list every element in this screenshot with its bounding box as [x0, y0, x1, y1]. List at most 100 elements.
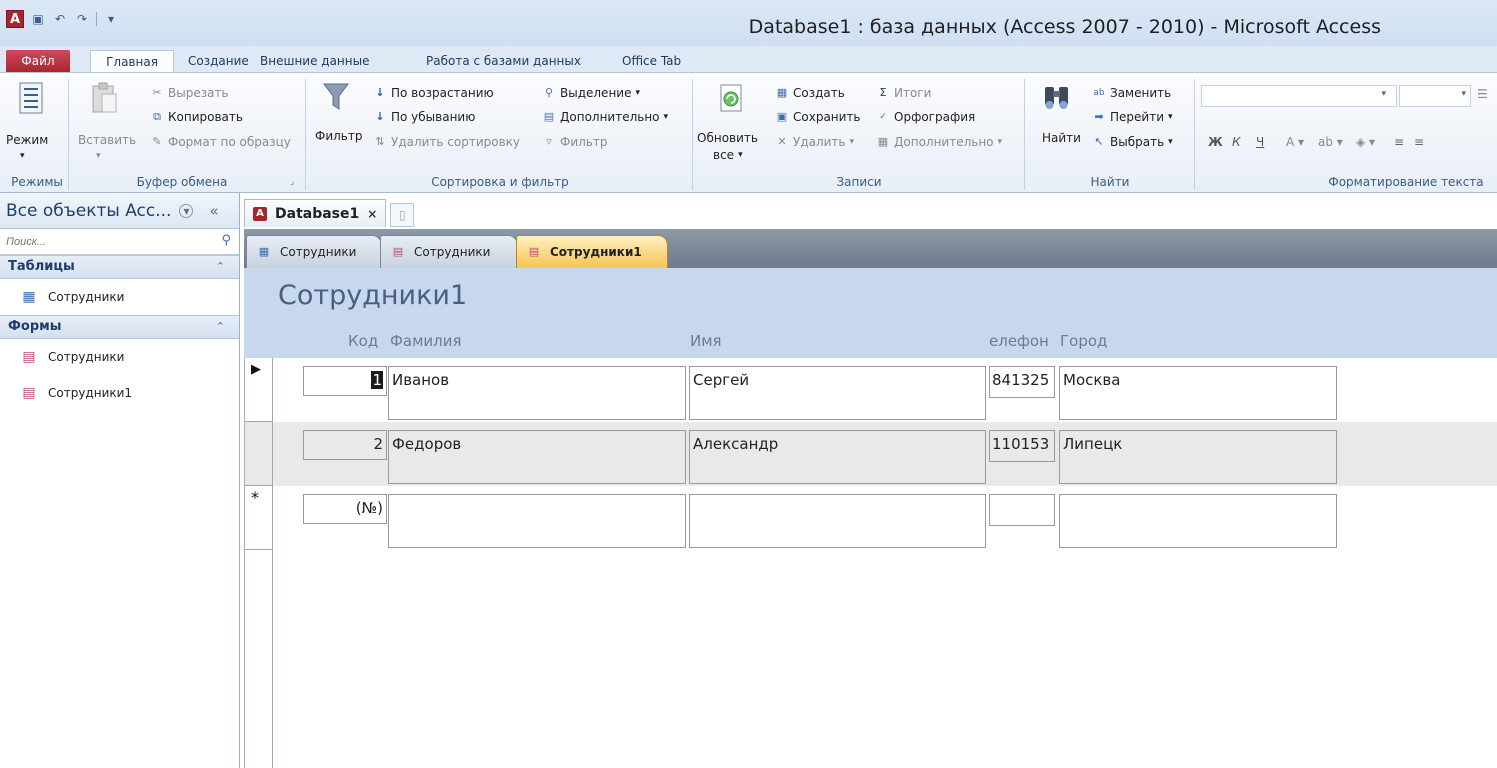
toggle-filter-icon: ▿	[546, 135, 552, 148]
new-record-button[interactable]: ▦ Создать	[775, 86, 845, 100]
format-painter-button[interactable]: ✎ Формат по образцу	[150, 135, 290, 149]
tab-label: Сотрудники1	[550, 245, 642, 259]
sort-descending-button[interactable]: ↓ По убыванию	[373, 110, 475, 124]
sort-descending-icon: ↓	[375, 110, 385, 123]
form-icon: ▤	[392, 245, 404, 258]
spelling-button[interactable]: ✓ Орфография	[876, 110, 975, 124]
selection-button[interactable]: ⚲ Выделение ▾	[542, 86, 640, 100]
tab-office-tab[interactable]: Office Tab	[612, 50, 691, 73]
record-selector[interactable]: ▶	[245, 358, 273, 422]
field-phone[interactable]: 841325	[989, 366, 1055, 398]
list-icon[interactable]: ☰	[1477, 87, 1488, 101]
tab-form-employees[interactable]: ▤ Сотрудники	[380, 235, 518, 268]
paste-button[interactable]: Вставить	[78, 133, 136, 147]
search-icon[interactable]: ⚲	[221, 233, 231, 248]
nav-item-form-employees1[interactable]: ▤ Сотрудники1	[0, 375, 239, 411]
tab-external-data[interactable]: Внешние данные	[250, 50, 379, 73]
font-size-dropdown[interactable]: ▾	[1399, 85, 1471, 107]
delete-record-label: Удалить	[793, 135, 846, 149]
tab-home[interactable]: Главная	[90, 50, 174, 73]
save-record-button[interactable]: ▣ Сохранить	[775, 110, 861, 124]
tab-form-employees1[interactable]: ▤ Сотрудники1	[516, 235, 668, 268]
clipboard-launcher-icon[interactable]: ⌟	[290, 177, 294, 187]
view-button[interactable]: Режим	[6, 133, 48, 147]
collapse-pane-icon[interactable]: «	[209, 202, 218, 220]
view-dropdown-icon[interactable]: ▾	[20, 151, 25, 161]
field-phone[interactable]: 110153	[989, 430, 1055, 462]
ribbon: Режим ▾ Режимы Вставить ▾ ✂ Вырезать ⧉ Коп…	[0, 72, 1497, 193]
advanced-filter-button[interactable]: ▤ Дополнительно ▾	[542, 110, 668, 124]
field-last-name[interactable]: Иванов	[388, 366, 686, 420]
copy-button[interactable]: ⧉ Копировать	[150, 110, 243, 124]
new-tab-icon[interactable]: ▯	[390, 203, 415, 227]
refresh-all-label2: все	[713, 148, 735, 162]
font-name-dropdown[interactable]: ▾	[1201, 85, 1397, 107]
goto-label: Перейти	[1110, 110, 1164, 124]
nav-item-table-employees[interactable]: ▦ Сотрудники	[0, 279, 239, 315]
goto-button[interactable]: ➡ Перейти ▾	[1092, 110, 1172, 124]
record-selector[interactable]	[245, 422, 273, 486]
field-city[interactable]: Липецк	[1059, 430, 1337, 484]
close-icon[interactable]: ×	[367, 207, 377, 221]
remove-sort-button[interactable]: ⇅ Удалить сортировку	[373, 135, 520, 149]
table-icon: ▦	[22, 289, 36, 305]
field-city[interactable]: Москва	[1059, 366, 1337, 420]
chevron-down-icon: ▾	[635, 88, 640, 98]
nav-pane-header[interactable]: Все объекты Acc... ▾ «	[0, 193, 239, 229]
group-separator	[1024, 79, 1025, 190]
totals-button[interactable]: Σ Итоги	[876, 86, 932, 100]
italic-button[interactable]: К	[1232, 135, 1241, 149]
align-left-icon[interactable]: ≡	[1394, 135, 1404, 149]
sort-ascending-icon: ↓	[375, 86, 385, 99]
font-color-icon[interactable]: A ▾	[1286, 135, 1304, 149]
delete-record-button[interactable]: ✕ Удалить ▾	[775, 135, 854, 149]
record-selector[interactable]: *	[245, 486, 273, 550]
records-more-button[interactable]: ▦ Дополнительно ▾	[876, 135, 1002, 149]
sort-ascending-label: По возрастанию	[391, 86, 494, 100]
paste-icon	[92, 82, 117, 113]
underline-button[interactable]: Ч	[1256, 135, 1264, 149]
field-first-name[interactable]	[689, 494, 986, 548]
nav-item-label: Сотрудники	[48, 350, 125, 364]
column-label-city: Город	[1060, 332, 1108, 350]
filter-button[interactable]: Фильтр	[315, 129, 362, 143]
form-icon: ▤	[528, 245, 540, 258]
column-label-first-name: Имя	[690, 332, 722, 350]
toggle-filter-button[interactable]: ▿ Фильтр	[542, 135, 607, 149]
nav-menu-chevron-icon[interactable]: ▾	[179, 203, 194, 218]
field-phone[interactable]	[989, 494, 1055, 526]
replace-button[interactable]: ab Заменить	[1092, 86, 1171, 100]
tab-file[interactable]: Файл	[6, 50, 70, 73]
field-first-name[interactable]: Александр	[689, 430, 986, 484]
tab-database-tools[interactable]: Работа с базами данных	[416, 50, 591, 73]
field-last-name[interactable]	[388, 494, 686, 548]
field-first-name[interactable]: Сергей	[689, 366, 986, 420]
field-city[interactable]	[1059, 494, 1337, 548]
nav-search-input[interactable]	[4, 233, 214, 251]
tab-database1[interactable]: A Database1 ×	[244, 199, 387, 227]
select-button[interactable]: ↖ Выбрать ▾	[1092, 135, 1172, 149]
field-code[interactable]: 2	[303, 430, 387, 460]
highlight-icon[interactable]: ab ▾	[1318, 135, 1343, 149]
tab-table-employees[interactable]: ▦ Сотрудники	[246, 235, 382, 268]
bold-button[interactable]: Ж	[1208, 135, 1223, 149]
tab-create[interactable]: Создание	[178, 50, 259, 73]
cut-button[interactable]: ✂ Вырезать	[150, 86, 228, 100]
fill-color-icon[interactable]: ◈ ▾	[1356, 135, 1375, 149]
nav-section-tables[interactable]: Таблицы ⌃	[0, 255, 239, 279]
database-tab-strip: A Database1 × ▯	[244, 199, 415, 227]
align-center-icon[interactable]: ≡	[1414, 135, 1424, 149]
remove-sort-icon: ⇅	[375, 135, 385, 148]
paste-dropdown-icon[interactable]: ▾	[96, 151, 101, 161]
refresh-all-button[interactable]: Обновить	[697, 131, 758, 145]
field-code[interactable]: 1	[303, 366, 387, 396]
field-last-name[interactable]: Федоров	[388, 430, 686, 484]
collapse-section-icon: ⌃	[215, 260, 225, 273]
advanced-filter-label: Дополнительно	[560, 110, 660, 124]
nav-section-forms[interactable]: Формы ⌃	[0, 315, 239, 339]
nav-item-form-employees[interactable]: ▤ Сотрудники	[0, 339, 239, 375]
refresh-all-dropdown[interactable]: все ▾	[713, 148, 743, 162]
find-button[interactable]: Найти	[1042, 131, 1081, 145]
field-code[interactable]: (№)	[303, 494, 387, 524]
sort-ascending-button[interactable]: ↓ По возрастанию	[373, 86, 494, 100]
